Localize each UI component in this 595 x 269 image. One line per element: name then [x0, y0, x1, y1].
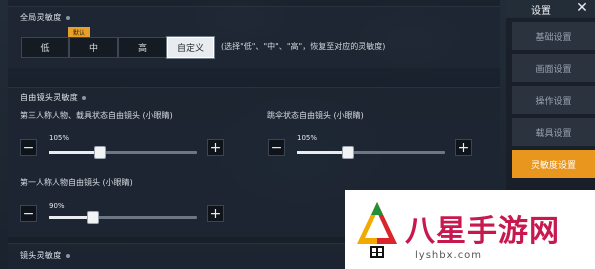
watermark: 八星手游网 lyshbx.com — [345, 190, 595, 269]
first-person-minus-button[interactable]: − — [20, 205, 37, 222]
minus-icon: − — [270, 139, 283, 156]
third-person-slider[interactable] — [49, 146, 197, 159]
third-person-value: 105% — [49, 134, 70, 142]
lens-sensitivity-title: 镜头灵敏度 — [20, 250, 70, 261]
parachute-plus-button[interactable]: + — [455, 139, 472, 156]
parachute-slider-thumb[interactable] — [342, 146, 354, 159]
first-person-slider[interactable] — [49, 211, 197, 224]
third-person-minus-button[interactable]: − — [20, 139, 37, 156]
plus-icon: + — [457, 139, 470, 156]
sidebar-item-controls[interactable]: 操作设置 — [512, 86, 595, 114]
sidebar-item-vehicle[interactable]: 载具设置 — [512, 118, 595, 146]
default-badge: 默认 — [68, 27, 90, 37]
third-person-slider-thumb[interactable] — [94, 146, 106, 159]
close-button[interactable]: ✕ — [571, 0, 593, 18]
parachute-value: 105% — [297, 134, 318, 142]
preset-hint-text: (选择"低"、"中"、"高"，恢复至对应的灵敏度) — [221, 42, 386, 51]
parachute-minus-button[interactable]: − — [268, 139, 285, 156]
watermark-text: 八星手游网 — [405, 214, 560, 249]
minus-icon: − — [22, 139, 35, 156]
first-person-label: 第一人称人物自由镜头 (小眼睛) — [20, 178, 133, 187]
parachute-slider[interactable] — [297, 146, 445, 159]
sidebar-item-graphics[interactable]: 画面设置 — [512, 54, 595, 82]
plus-icon: + — [209, 205, 222, 222]
option-low-button[interactable]: 低 — [21, 37, 69, 58]
first-person-value: 90% — [49, 202, 65, 210]
first-person-plus-button[interactable]: + — [207, 205, 224, 222]
close-icon: ✕ — [576, 0, 588, 16]
settings-title: 设置 — [531, 6, 551, 17]
plus-icon: + — [209, 139, 222, 156]
first-person-slider-thumb[interactable] — [87, 211, 99, 224]
minus-icon: − — [22, 205, 35, 222]
parachute-label: 跳伞状态自由镜头 (小眼睛) — [267, 111, 364, 120]
slider-fill — [49, 151, 100, 154]
slider-fill — [297, 151, 348, 154]
sidebar-item-sensitivity[interactable]: 灵敏度设置 — [512, 150, 595, 178]
option-medium-button[interactable]: 中 — [69, 37, 118, 58]
third-person-label: 第三人称人物、载具状态自由镜头 (小眼睛) — [20, 111, 173, 120]
watermark-url: lyshbx.com — [415, 250, 483, 261]
watermark-logo-icon — [357, 202, 397, 258]
free-camera-title: 自由镜头灵敏度 — [20, 92, 87, 103]
global-sensitivity-title: 全局灵敏度 — [20, 12, 70, 23]
sidebar-item-basic[interactable]: 基础设置 — [512, 22, 595, 50]
option-custom-button[interactable]: 自定义 — [166, 36, 215, 59]
option-high-button[interactable]: 高 — [118, 37, 167, 58]
third-person-plus-button[interactable]: + — [207, 139, 224, 156]
